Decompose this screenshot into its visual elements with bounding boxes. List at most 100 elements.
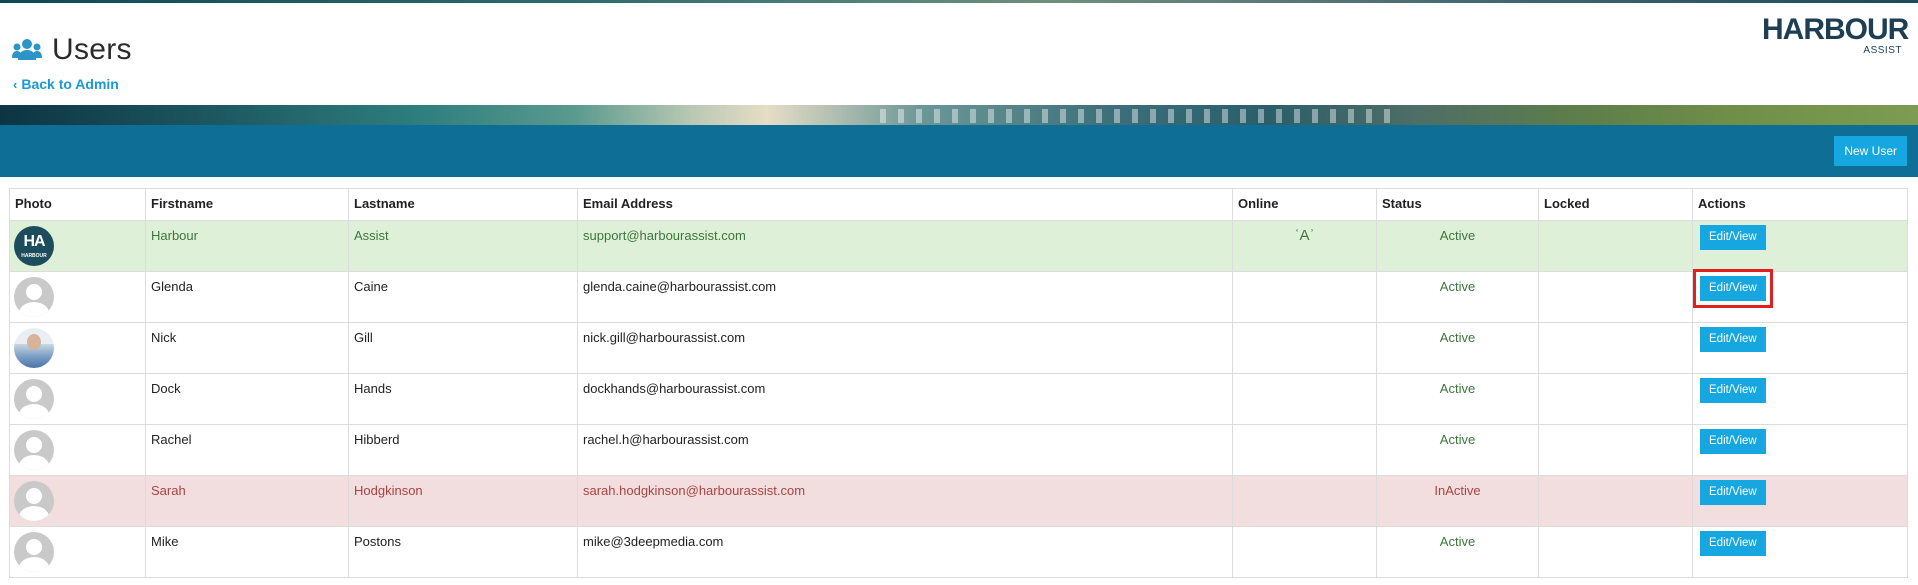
column-header-online: Online bbox=[1232, 188, 1377, 221]
edit-view-button[interactable]: Edit/View bbox=[1700, 429, 1766, 454]
edit-view-button[interactable]: Edit/View bbox=[1700, 327, 1766, 352]
status-cell: Active bbox=[1376, 271, 1539, 323]
photo-cell: HA HARBOUR bbox=[9, 220, 146, 272]
table-row: Nick Gill nick.gill@harbourassist.com Ac… bbox=[9, 322, 1908, 374]
online-cell bbox=[1232, 322, 1377, 374]
avatar bbox=[14, 430, 54, 470]
firstname-cell: Rachel bbox=[145, 424, 349, 476]
actions-cell: Edit/View bbox=[1692, 322, 1908, 374]
online-cell bbox=[1232, 424, 1377, 476]
lastname-cell: Gill bbox=[348, 322, 578, 374]
edit-view-button[interactable]: Edit/View bbox=[1700, 480, 1766, 505]
actions-cell: Edit/View bbox=[1692, 269, 1908, 323]
harbour-assist-logo: HARBOUR ASSIST bbox=[1762, 13, 1909, 57]
actions-cell: Edit/View bbox=[1692, 373, 1908, 425]
table-row: Glenda Caine glenda.caine@harbourassist.… bbox=[9, 269, 1908, 323]
new-user-button[interactable]: New User bbox=[1834, 136, 1907, 166]
avatar bbox=[14, 328, 54, 368]
photo-cell bbox=[9, 424, 146, 476]
table-row: Mike Postons mike@3deepmedia.com Active … bbox=[9, 526, 1908, 578]
actions-cell: Edit/View bbox=[1692, 475, 1908, 527]
column-header-email[interactable]: Email Address bbox=[577, 188, 1233, 221]
edit-view-button[interactable]: Edit/View bbox=[1693, 269, 1773, 308]
status-cell: InActive bbox=[1376, 475, 1539, 527]
users-icon bbox=[12, 38, 42, 62]
back-to-admin-label: Back to Admin bbox=[21, 76, 119, 92]
table-row: Rachel Hibberd rachel.h@harbourassist.co… bbox=[9, 424, 1908, 476]
locked-cell bbox=[1538, 220, 1693, 272]
avatar bbox=[14, 481, 54, 521]
column-header-actions: Actions bbox=[1692, 188, 1908, 221]
actions-cell: Edit/View bbox=[1692, 220, 1908, 272]
online-cell bbox=[1232, 475, 1377, 527]
online-indicator-icon: ʿAʾ bbox=[1294, 227, 1315, 244]
lastname-cell: Postons bbox=[348, 526, 578, 578]
page-header: Users ‹ Back to Admin HARBOUR ASSIST bbox=[0, 3, 1918, 105]
table-row: HA HARBOUR Harbour Assist support@harbou… bbox=[9, 220, 1908, 272]
action-toolbar: New User bbox=[0, 125, 1918, 177]
lastname-cell: Caine bbox=[348, 271, 578, 323]
status-cell: Active bbox=[1376, 526, 1539, 578]
email-cell: nick.gill@harbourassist.com bbox=[577, 322, 1233, 374]
column-header-lastname[interactable]: Lastname bbox=[348, 188, 578, 221]
users-table-container: Photo Firstname Lastname Email Address O… bbox=[9, 188, 1908, 578]
lastname-cell: Hands bbox=[348, 373, 578, 425]
back-to-admin-link[interactable]: ‹ Back to Admin bbox=[13, 76, 119, 92]
status-cell: Active bbox=[1376, 424, 1539, 476]
edit-view-button[interactable]: Edit/View bbox=[1700, 225, 1766, 250]
chevron-left-icon: ‹ bbox=[13, 76, 18, 92]
online-cell bbox=[1232, 271, 1377, 323]
marina-banner-image bbox=[0, 105, 1918, 125]
status-cell: Active bbox=[1376, 322, 1539, 374]
email-cell: dockhands@harbourassist.com bbox=[577, 373, 1233, 425]
page-title: Users bbox=[52, 33, 132, 66]
table-row: Sarah Hodgkinson sarah.hodgkinson@harbou… bbox=[9, 475, 1908, 527]
locked-cell bbox=[1538, 475, 1693, 527]
column-header-status: Status bbox=[1376, 188, 1539, 221]
online-cell bbox=[1232, 526, 1377, 578]
actions-cell: Edit/View bbox=[1692, 526, 1908, 578]
email-cell: support@harbourassist.com bbox=[577, 220, 1233, 272]
photo-cell bbox=[9, 271, 146, 323]
column-header-firstname[interactable]: Firstname bbox=[145, 188, 349, 221]
avatar bbox=[14, 532, 54, 572]
locked-cell bbox=[1538, 271, 1693, 323]
firstname-cell: Dock bbox=[145, 373, 349, 425]
avatar bbox=[14, 379, 54, 419]
status-cell: Active bbox=[1376, 220, 1539, 272]
email-cell: glenda.caine@harbourassist.com bbox=[577, 271, 1233, 323]
locked-cell bbox=[1538, 526, 1693, 578]
edit-view-button[interactable]: Edit/View bbox=[1700, 378, 1766, 403]
email-cell: sarah.hodgkinson@harbourassist.com bbox=[577, 475, 1233, 527]
locked-cell bbox=[1538, 322, 1693, 374]
edit-view-button[interactable]: Edit/View bbox=[1700, 531, 1766, 556]
title-group: Users bbox=[12, 33, 132, 67]
photo-cell bbox=[9, 322, 146, 374]
photo-cell bbox=[9, 475, 146, 527]
locked-cell bbox=[1538, 424, 1693, 476]
photo-cell bbox=[9, 373, 146, 425]
table-header-row: Photo Firstname Lastname Email Address O… bbox=[9, 188, 1908, 221]
email-cell: mike@3deepmedia.com bbox=[577, 526, 1233, 578]
firstname-cell: Glenda bbox=[145, 271, 349, 323]
column-header-photo: Photo bbox=[9, 188, 146, 221]
avatar: HA HARBOUR bbox=[14, 226, 54, 266]
column-header-locked: Locked bbox=[1538, 188, 1693, 221]
actions-cell: Edit/View bbox=[1692, 424, 1908, 476]
firstname-cell: Mike bbox=[145, 526, 349, 578]
photo-cell bbox=[9, 526, 146, 578]
online-cell bbox=[1232, 373, 1377, 425]
lastname-cell: Hibberd bbox=[348, 424, 578, 476]
lastname-cell: Hodgkinson bbox=[348, 475, 578, 527]
users-table: Photo Firstname Lastname Email Address O… bbox=[9, 188, 1908, 578]
lastname-cell: Assist bbox=[348, 220, 578, 272]
table-row: Dock Hands dockhands@harbourassist.com A… bbox=[9, 373, 1908, 425]
firstname-cell: Nick bbox=[145, 322, 349, 374]
firstname-cell: Sarah bbox=[145, 475, 349, 527]
firstname-cell: Harbour bbox=[145, 220, 349, 272]
locked-cell bbox=[1538, 373, 1693, 425]
email-cell: rachel.h@harbourassist.com bbox=[577, 424, 1233, 476]
online-cell: ʿAʾ bbox=[1232, 220, 1377, 272]
avatar bbox=[14, 277, 54, 317]
status-cell: Active bbox=[1376, 373, 1539, 425]
